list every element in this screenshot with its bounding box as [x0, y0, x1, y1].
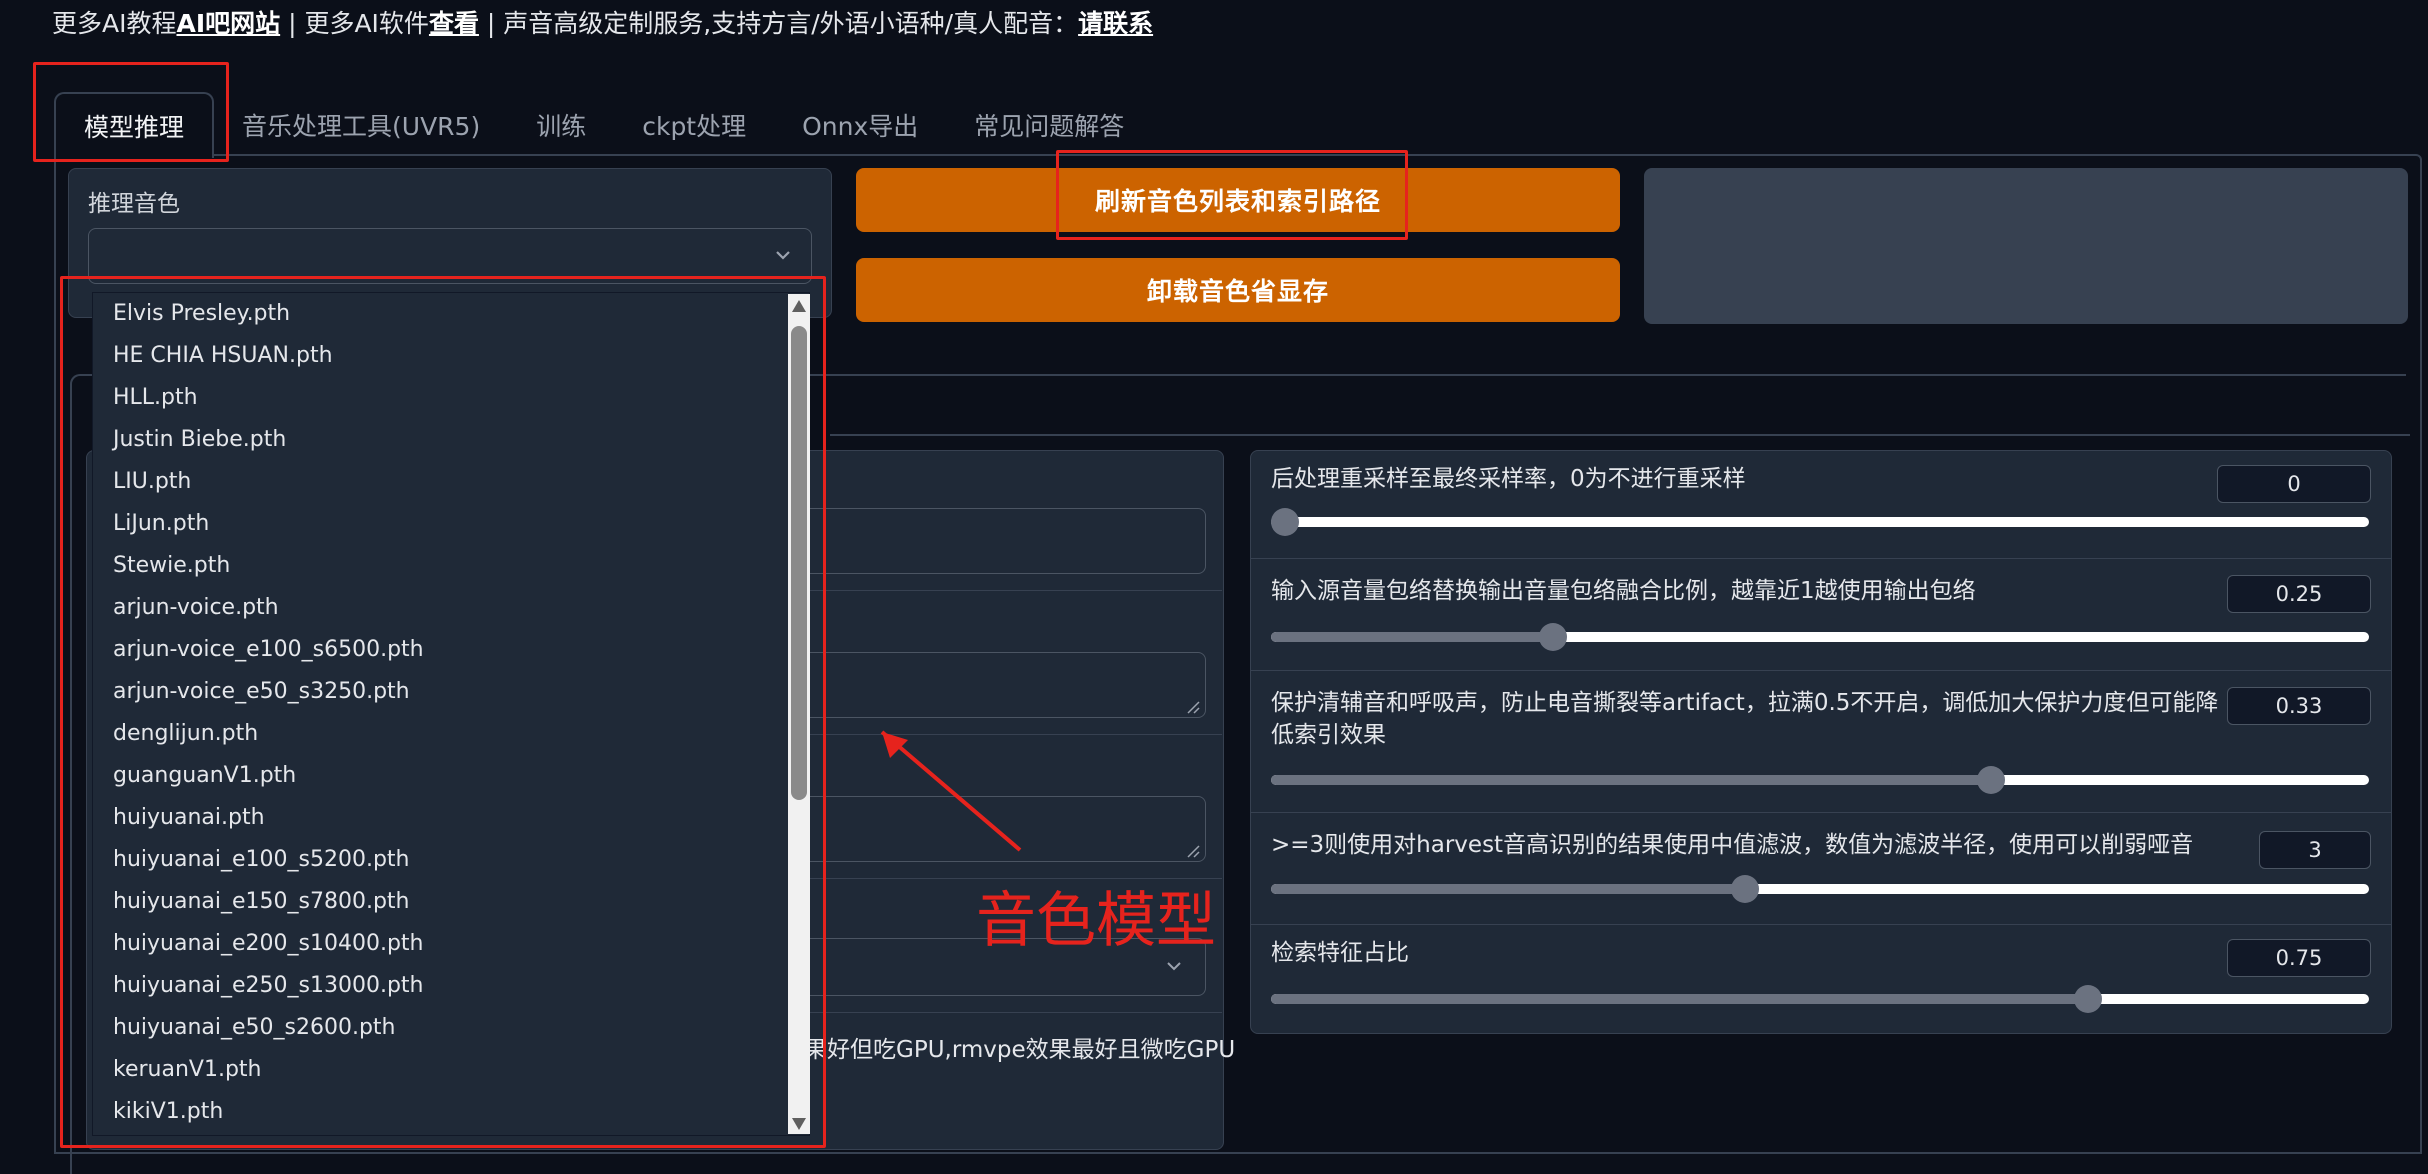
- resample-slider-row: 后处理重采样至最终采样率，0为不进行重采样 0: [1251, 451, 2391, 559]
- slider-thumb[interactable]: [1271, 508, 1299, 536]
- voice-label: 推理音色: [88, 191, 180, 217]
- ai-site-link[interactable]: AI吧网站: [176, 9, 280, 38]
- annotation-label: 音色模型: [976, 886, 1216, 956]
- protect-slider[interactable]: [1271, 766, 2369, 794]
- annotation-arrow-icon: [880, 730, 1022, 852]
- contact-link[interactable]: 请联系: [1078, 9, 1153, 38]
- rms-mix-value-input[interactable]: 0.25: [2227, 575, 2371, 613]
- divider: [790, 1012, 1222, 1013]
- inner-tab-divider: [830, 434, 2410, 436]
- slider-fill: [1271, 632, 1553, 642]
- index-rate-value-input[interactable]: 0.75: [2227, 939, 2371, 977]
- tab-onnx-export[interactable]: Onnx导出: [774, 92, 946, 158]
- index-rate-slider[interactable]: [1271, 985, 2369, 1013]
- tab-faq[interactable]: 常见问题解答: [946, 92, 1152, 158]
- tab-train[interactable]: 训练: [508, 92, 614, 158]
- resize-handle-icon[interactable]: [1186, 844, 1200, 858]
- resize-handle-icon[interactable]: [1186, 700, 1200, 714]
- slider-fill: [1271, 775, 1991, 785]
- unload-voice-button[interactable]: 卸载音色省显存: [856, 258, 1620, 322]
- protect-slider-row: 保护清辅音和呼吸声，防止电音撕裂等artifact，拉满0.5不开启，调低加大保…: [1251, 671, 2391, 813]
- tab-uvr5[interactable]: 音乐处理工具(UVR5): [214, 92, 508, 158]
- slider-thumb[interactable]: [1539, 623, 1567, 651]
- slider-label: 检索特征占比: [1271, 940, 1409, 966]
- speaker-id-panel: [1644, 168, 2408, 324]
- annotation-box-refresh: [1056, 150, 1408, 240]
- chevron-down-icon: [776, 251, 790, 260]
- banner-suffix: | 声音高级定制服务,支持方言/外语小语种/真人配音：: [478, 9, 1079, 38]
- banner-prefix: 更多AI教程: [52, 9, 177, 38]
- f0-method-description: 果好但吃GPU,rmvpe效果最好且微吃GPU: [804, 1037, 1236, 1063]
- slider-fill: [1271, 994, 2088, 1004]
- protect-value-input[interactable]: 0.33: [2227, 687, 2371, 725]
- top-banner: 更多AI教程AI吧网站 | 更多AI软件查看 | 声音高级定制服务,支持方言/外…: [52, 4, 1153, 40]
- tab-model-inference[interactable]: 模型推理: [54, 92, 215, 158]
- index-rate-slider-row: 检索特征占比 0.75: [1251, 925, 2391, 1033]
- filter-radius-value-input[interactable]: 3: [2259, 831, 2371, 869]
- audio-path-input[interactable]: [790, 652, 1206, 718]
- slider-fill: [1271, 884, 1745, 894]
- filter-radius-slider[interactable]: [1271, 875, 2369, 903]
- annotation-box-list: [60, 276, 826, 1148]
- resample-slider[interactable]: [1271, 508, 2369, 536]
- slider-thumb[interactable]: [1731, 875, 1759, 903]
- slider-label: 输入源音量包络替换输出音量包络融合比例，越靠近1越使用输出包络: [1271, 578, 1976, 604]
- resample-value-input[interactable]: 0: [2217, 465, 2371, 503]
- filter-radius-slider-row: >=3则使用对harvest音高识别的结果使用中值滤波，数值为滤波半径，使用可以…: [1251, 813, 2391, 925]
- view-software-link[interactable]: 查看: [429, 9, 479, 38]
- rms-mix-slider[interactable]: [1271, 623, 2369, 651]
- divider: [790, 590, 1222, 591]
- transpose-input[interactable]: [790, 508, 1206, 574]
- slider-label: 后处理重采样至最终采样率，0为不进行重采样: [1271, 466, 1746, 492]
- rms-mix-slider-row: 输入源音量包络替换输出音量包络融合比例，越靠近1越使用输出包络 0.25: [1251, 559, 2391, 671]
- slider-thumb[interactable]: [2074, 985, 2102, 1013]
- slider-label: >=3则使用对harvest音高识别的结果使用中值滤波，数值为滤波半径，使用可以…: [1271, 832, 2194, 858]
- banner-mid: | 更多AI软件: [280, 9, 429, 38]
- tab-ckpt[interactable]: ckpt处理: [614, 92, 774, 158]
- slider-thumb[interactable]: [1977, 766, 2005, 794]
- slider-label: 保护清辅音和呼吸声，防止电音撕裂等artifact，拉满0.5不开启，调低加大保…: [1271, 690, 2219, 748]
